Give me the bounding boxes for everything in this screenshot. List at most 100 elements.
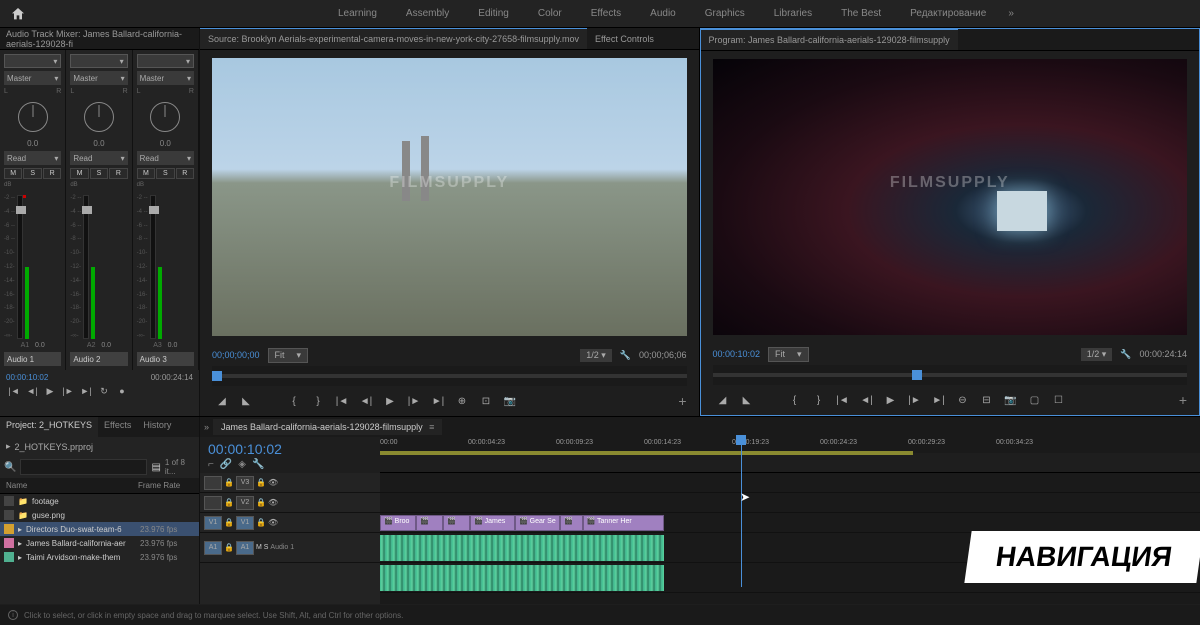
sync-lock-icon[interactable]: 🔒 <box>256 478 266 487</box>
track-target[interactable]: V1 <box>236 516 254 530</box>
video-clip[interactable]: 🎬 <box>416 515 443 531</box>
step-back-icon[interactable]: ◄| <box>356 392 376 410</box>
snap-icon[interactable]: ⌐ <box>208 459 214 470</box>
filter-icon[interactable]: ▤ <box>151 462 160 473</box>
channel-name[interactable]: Audio 1 <box>4 352 61 366</box>
toggle-output-icon[interactable]: 👁 <box>268 498 278 507</box>
video-track-header[interactable]: 🔒V3🔒👁 <box>200 473 380 493</box>
close-tab-icon[interactable]: ≡ <box>429 422 434 432</box>
program-resolution-dropdown[interactable]: 1/2 ▾ <box>1081 348 1113 361</box>
track-target[interactable]: V3 <box>236 476 254 490</box>
video-track[interactable] <box>380 493 1200 513</box>
step-back-icon[interactable]: ◄| <box>24 384 40 398</box>
record-icon[interactable]: ● <box>114 384 130 398</box>
track-target[interactable]: V2 <box>236 496 254 510</box>
mark-out-icon[interactable]: ◣ <box>236 392 256 410</box>
project-item[interactable]: 📁 guse.png <box>0 508 199 522</box>
settings-icon[interactable]: 🔧 <box>252 459 264 470</box>
add-button-icon[interactable]: + <box>678 393 686 409</box>
mark-out-icon[interactable]: ◣ <box>737 391 757 409</box>
pan-knob[interactable] <box>84 102 114 132</box>
volume-fader[interactable] <box>17 195 23 339</box>
r-button[interactable]: R <box>43 168 61 179</box>
workspace-assembly[interactable]: Assembly <box>394 3 461 24</box>
program-scrubber[interactable] <box>713 365 1188 385</box>
workspace-the best[interactable]: The Best <box>829 3 893 24</box>
source-zoom-dropdown[interactable]: Fit▾ <box>268 348 309 363</box>
timeline-timecode[interactable]: 00:00:10:02 <box>208 441 372 457</box>
project-item[interactable]: ▸ James Ballard-california-aer23.976 fps <box>0 536 199 550</box>
linked-selection-icon[interactable]: 🔗 <box>220 459 232 470</box>
export-frame-icon[interactable]: 📷 <box>500 392 520 410</box>
step-forward-icon[interactable]: |► <box>905 391 925 409</box>
step-back-icon[interactable]: ◄| <box>857 391 877 409</box>
project-item[interactable]: 📁 footage <box>0 494 199 508</box>
marker-icon[interactable]: } <box>809 391 829 409</box>
overwrite-icon[interactable]: ⊡ <box>476 392 496 410</box>
marker-icon[interactable]: { <box>284 392 304 410</box>
pan-knob[interactable] <box>150 102 180 132</box>
source-patch[interactable] <box>204 476 222 490</box>
channel-name[interactable]: Audio 2 <box>70 352 127 366</box>
toggle-output-icon[interactable]: 👁 <box>268 518 278 527</box>
channel-name[interactable]: Audio 3 <box>137 352 194 366</box>
toggle-output-icon[interactable]: 👁 <box>268 478 278 487</box>
program-zoom-dropdown[interactable]: Fit▾ <box>768 347 809 362</box>
settings-icon[interactable]: 🔧 <box>620 350 631 361</box>
project-item[interactable]: ▸ Directors Duo-swat-team-623.976 fps <box>0 522 199 536</box>
video-track-header[interactable]: 🔒V2🔒👁 <box>200 493 380 513</box>
project-tab[interactable]: Effects <box>98 417 137 437</box>
source-patch[interactable]: A1 <box>204 541 222 555</box>
project-tab[interactable]: Project: 2_HOTKEYS <box>0 417 98 437</box>
video-clip[interactable]: 🎬 <box>560 515 583 531</box>
settings-icon[interactable]: 🔧 <box>1120 349 1131 360</box>
go-to-in-icon[interactable]: |◄ <box>332 392 352 410</box>
play-icon[interactable]: ▶ <box>42 384 58 398</box>
r-button[interactable]: R <box>176 168 194 179</box>
output-dropdown[interactable]: Master▾ <box>70 71 127 85</box>
m-button[interactable]: M <box>4 168 22 179</box>
marker-icon[interactable]: } <box>308 392 328 410</box>
sync-lock-icon[interactable]: 🔒 <box>256 518 266 527</box>
timeline-ruler[interactable]: 00:0000:00:04:2300:00:09:2300:00:14:2300… <box>380 437 1200 473</box>
automation-dropdown[interactable]: Read▾ <box>4 151 61 165</box>
output-dropdown[interactable]: Master▾ <box>137 71 194 85</box>
home-icon[interactable] <box>10 6 26 22</box>
project-item[interactable]: ▸ Taimi Arvidson-make-them23.976 fps <box>0 550 199 564</box>
audio-clip[interactable] <box>380 535 664 561</box>
video-clip[interactable]: 🎬 James <box>470 515 515 531</box>
m-button[interactable]: M <box>70 168 88 179</box>
step-forward-icon[interactable]: |► <box>60 384 76 398</box>
lock-icon[interactable]: 🔒 <box>224 498 234 507</box>
play-icon[interactable]: ▶ <box>881 391 901 409</box>
s-button[interactable]: S <box>23 168 41 179</box>
go-to-out-icon[interactable]: ►| <box>428 392 448 410</box>
lift-icon[interactable]: ⊖ <box>953 391 973 409</box>
workspace-effects[interactable]: Effects <box>579 3 633 24</box>
go-to-out-icon[interactable]: ►| <box>78 384 94 398</box>
source-viewer[interactable]: FILMSUPPLY <box>212 58 687 336</box>
lock-icon[interactable]: 🔒 <box>224 478 234 487</box>
source-tab[interactable]: Source: Brooklyn Aerials-experimental-ca… <box>200 28 587 49</box>
search-icon[interactable]: 🔍 <box>4 462 16 473</box>
workspace-редактирование[interactable]: Редактирование <box>898 3 998 24</box>
column-name-header[interactable]: Name <box>6 481 138 490</box>
add-button-icon[interactable]: + <box>1179 392 1187 408</box>
project-search-input[interactable] <box>20 459 147 475</box>
workspace-learning[interactable]: Learning <box>326 3 389 24</box>
channel-assign-dropdown[interactable]: ▾ <box>137 54 194 68</box>
sequence-tab[interactable]: James Ballard-california-aerials-129028-… <box>213 419 442 435</box>
safe-margins-icon[interactable]: ☐ <box>1049 391 1069 409</box>
video-track[interactable] <box>380 473 1200 493</box>
m-button[interactable]: M <box>137 168 155 179</box>
go-to-in-icon[interactable]: |◄ <box>6 384 22 398</box>
workspace-audio[interactable]: Audio <box>638 3 688 24</box>
video-track-header[interactable]: V1🔒V1🔒👁 <box>200 513 380 533</box>
video-clip[interactable]: 🎬 Broo <box>380 515 416 531</box>
output-dropdown[interactable]: Master▾ <box>4 71 61 85</box>
workspace-libraries[interactable]: Libraries <box>762 3 824 24</box>
loop-icon[interactable]: ↻ <box>96 384 112 398</box>
workspace-editing[interactable]: Editing <box>466 3 521 24</box>
video-clip[interactable]: 🎬 Gear Se <box>515 515 560 531</box>
insert-icon[interactable]: ⊕ <box>452 392 472 410</box>
